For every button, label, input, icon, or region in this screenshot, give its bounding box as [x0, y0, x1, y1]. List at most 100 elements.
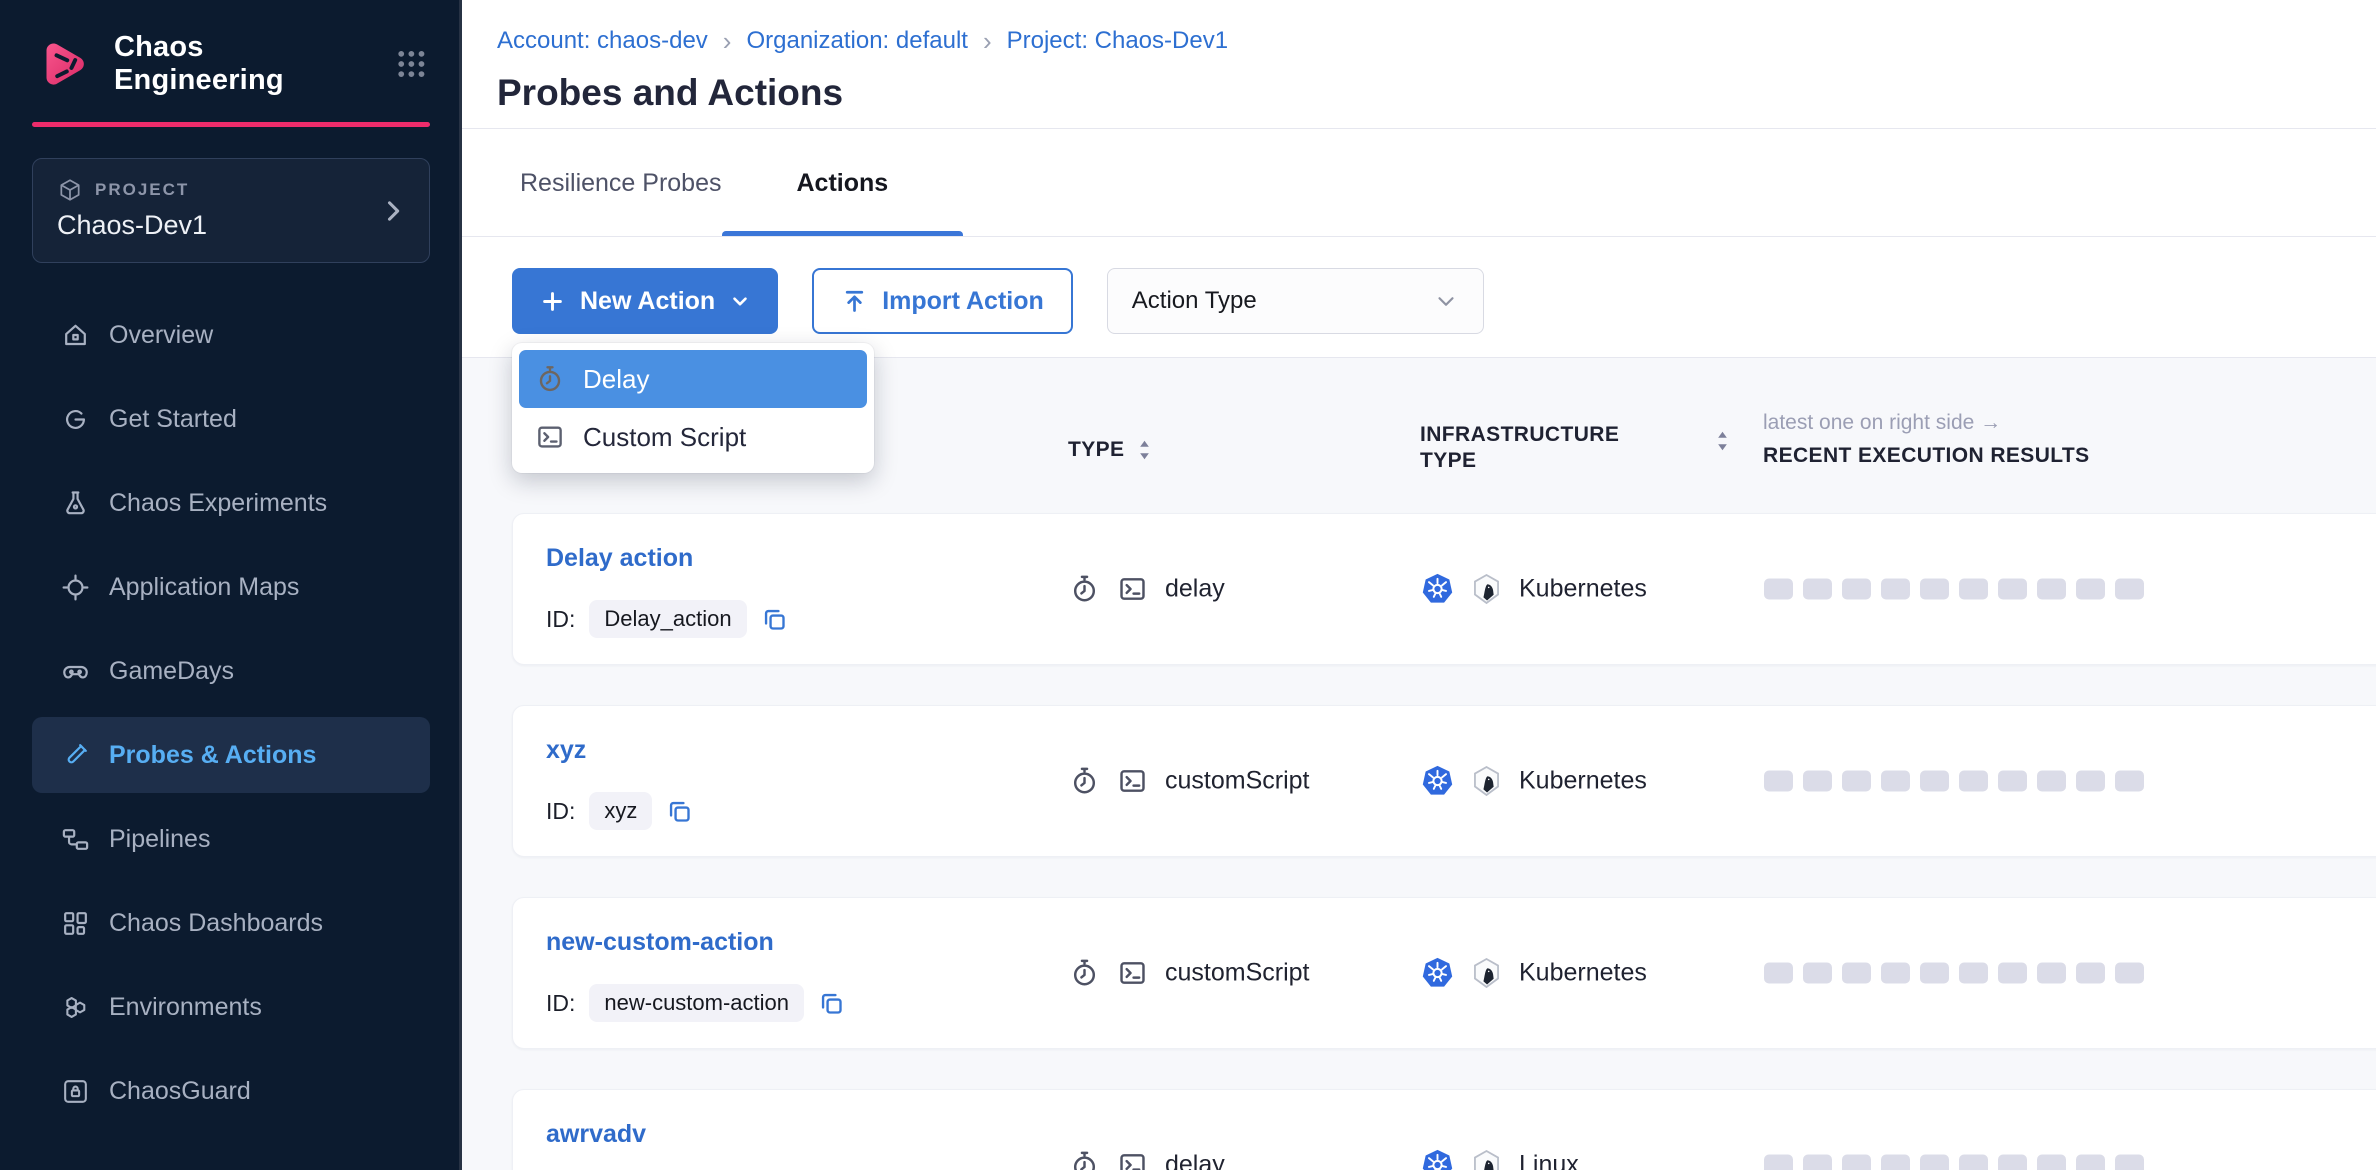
sidebar-item-label: ChaosGuard: [109, 1077, 251, 1106]
id-label: ID:: [546, 606, 575, 633]
breadcrumb-project-link[interactable]: Project: Chaos-Dev1: [1007, 27, 1228, 55]
action-name-link[interactable]: new-custom-action: [546, 928, 774, 957]
sort-icon[interactable]: [1716, 430, 1729, 452]
action-name-link[interactable]: awrvadv: [546, 1120, 646, 1149]
execution-result-placeholder: [1920, 579, 1949, 600]
sidebar-nav: Overview Get Started Chaos Experiments: [32, 297, 430, 1137]
import-action-button[interactable]: Import Action: [812, 268, 1073, 334]
execution-result-placeholder: [1842, 579, 1871, 600]
copy-icon[interactable]: [818, 990, 845, 1017]
sidebar-item-application-maps[interactable]: Application Maps: [32, 549, 430, 625]
execution-results: [1764, 771, 2144, 792]
brand: Chaos Engineering: [36, 34, 429, 94]
page-title: Probes and Actions: [497, 72, 843, 114]
action-row: xyz ID: xyz customScript: [512, 705, 2376, 857]
execution-result-placeholder: [1881, 771, 1910, 792]
tab-actions[interactable]: Actions: [722, 129, 964, 237]
latest-run-note: latest one on right side →: [1763, 411, 2090, 435]
action-row: new-custom-action ID: new-custom-action …: [512, 897, 2376, 1049]
execution-result-placeholder: [2037, 579, 2066, 600]
execution-result-placeholder: [2037, 963, 2066, 984]
chevron-down-icon: [729, 290, 751, 312]
get-started-icon: [60, 404, 91, 435]
sidebar-item-chaos-dashboards[interactable]: Chaos Dashboards: [32, 885, 430, 961]
sidebar-item-pipelines[interactable]: Pipelines: [32, 801, 430, 877]
action-row: awrvadv delay: [512, 1089, 2376, 1170]
stopwatch-icon: [535, 364, 565, 394]
app-title: Chaos Engineering: [114, 31, 372, 97]
id-label: ID:: [546, 990, 575, 1017]
linux-icon: [1470, 957, 1503, 990]
execution-result-placeholder: [1803, 771, 1832, 792]
infrastructure-type-header-label: INFRASTRUCTURE TYPE: [1420, 423, 1619, 472]
execution-result-placeholder: [1803, 963, 1832, 984]
sidebar-item-gamedays[interactable]: GameDays: [32, 633, 430, 709]
dashboard-icon: [60, 908, 91, 939]
execution-result-placeholder: [1881, 579, 1910, 600]
crosshair-icon: [60, 572, 91, 603]
sidebar-item-chaosguard[interactable]: ChaosGuard: [32, 1053, 430, 1129]
kubernetes-icon: [1421, 573, 1454, 606]
menu-item-delay[interactable]: Delay: [519, 350, 867, 408]
execution-result-placeholder: [1920, 771, 1949, 792]
home-icon: [60, 320, 91, 351]
action-type-value: customScript: [1165, 959, 1309, 988]
action-name-link[interactable]: Delay action: [546, 544, 693, 573]
copy-icon[interactable]: [761, 606, 788, 633]
execution-result-placeholder: [1920, 1155, 1949, 1170]
tab-resilience-probes[interactable]: Resilience Probes: [520, 129, 722, 237]
execution-result-placeholder: [1764, 963, 1793, 984]
sidebar-item-environments[interactable]: Environments: [32, 969, 430, 1045]
menu-item-custom-script[interactable]: Custom Script: [519, 408, 867, 466]
infrastructure-type-cell: Linux: [1421, 1149, 1579, 1170]
breadcrumb: Account: chaos-dev › Organization: defau…: [497, 27, 1228, 55]
project-label: PROJECT: [95, 180, 189, 200]
infrastructure-type-value: Kubernetes: [1519, 575, 1647, 604]
execution-result-placeholder: [2037, 1155, 2066, 1170]
recent-execution-results-header-label: RECENT EXECUTION RESULTS: [1763, 444, 2090, 467]
infrastructure-type-cell: Kubernetes: [1421, 957, 1647, 990]
action-id-chip: xyz: [589, 792, 652, 830]
tab-divider: [462, 236, 2376, 237]
action-type-cell: delay: [1069, 574, 1225, 605]
action-id-chip: new-custom-action: [589, 984, 804, 1022]
action-type-cell: customScript: [1069, 958, 1309, 989]
copy-icon[interactable]: [666, 798, 693, 825]
gamepad-icon: [60, 656, 91, 687]
import-action-label: Import Action: [882, 287, 1044, 316]
breadcrumb-separator: ›: [981, 28, 994, 54]
action-type-value: delay: [1165, 575, 1225, 604]
execution-result-placeholder: [1998, 963, 2027, 984]
execution-result-placeholder: [1842, 963, 1871, 984]
new-action-button[interactable]: New Action: [512, 268, 778, 334]
stopwatch-icon: [1069, 958, 1100, 989]
new-action-dropdown-menu: Delay Custom Script: [512, 343, 874, 473]
breadcrumb-account-link[interactable]: Account: chaos-dev: [497, 27, 708, 55]
sidebar-item-chaos-experiments[interactable]: Chaos Experiments: [32, 465, 430, 541]
execution-result-placeholder: [1842, 771, 1871, 792]
flask-icon: [60, 488, 91, 519]
breadcrumb-organization-link[interactable]: Organization: default: [746, 27, 967, 55]
actions-table: TYPE INFRASTRUCTURE TYPE latest one on r…: [462, 357, 2376, 1170]
new-action-label: New Action: [580, 287, 715, 316]
project-selector[interactable]: PROJECT Chaos-Dev1: [32, 158, 430, 263]
column-header-infrastructure-type: INFRASTRUCTURE TYPE: [1420, 422, 1640, 475]
action-type-select[interactable]: Action Type: [1107, 268, 1484, 334]
action-name-link[interactable]: xyz: [546, 736, 586, 765]
sidebar-item-probes-and-actions[interactable]: Probes & Actions: [32, 717, 430, 793]
sort-icon[interactable]: [1138, 439, 1151, 461]
execution-result-placeholder: [2115, 963, 2144, 984]
upload-icon: [841, 288, 868, 315]
chevron-down-icon: [1433, 288, 1459, 314]
execution-result-placeholder: [1959, 1155, 1988, 1170]
sidebar-item-label: Application Maps: [109, 573, 299, 602]
sidebar-item-overview[interactable]: Overview: [32, 297, 430, 373]
execution-result-placeholder: [1764, 579, 1793, 600]
terminal-icon: [1117, 958, 1148, 989]
sidebar-item-get-started[interactable]: Get Started: [32, 381, 430, 457]
kubernetes-icon: [1421, 765, 1454, 798]
app-grid-icon[interactable]: [394, 46, 429, 82]
project-name: Chaos-Dev1: [57, 210, 405, 241]
execution-result-placeholder: [2115, 771, 2144, 792]
action-type-value: Action Type: [1132, 287, 1257, 315]
